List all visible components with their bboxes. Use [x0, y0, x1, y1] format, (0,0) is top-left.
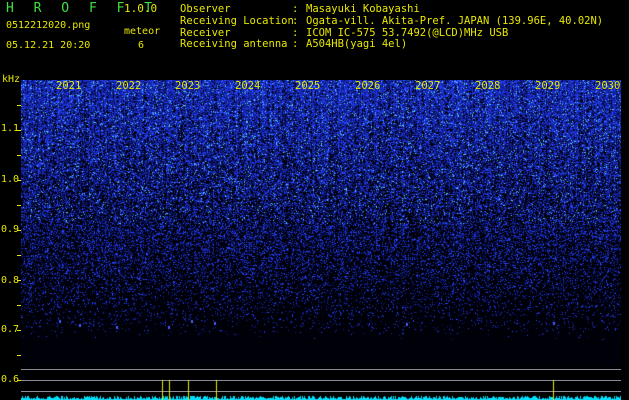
info-sep: :	[292, 38, 299, 51]
info-sep: :	[292, 14, 299, 27]
info-key: Receiving Location	[180, 14, 294, 27]
info-row-antenna: Receiving antenna : A504HB(yagi 4el)	[180, 39, 603, 51]
y-tick-mark	[17, 105, 21, 106]
y-tick-mark	[17, 305, 21, 306]
y-tick-mark	[17, 180, 21, 181]
year-label: 2029	[535, 80, 561, 92]
y-axis-unit: kHz	[2, 74, 21, 85]
year-label: 2025	[295, 80, 321, 92]
y-tick-mark	[17, 205, 21, 206]
app-version: 1.0.0	[124, 2, 158, 15]
year-label: 2026	[355, 80, 381, 92]
station-info: Observer : Masayuki Kobayashi Receiving …	[180, 3, 604, 51]
info-row-location: Receiving Location : Ogata-vill. Akita-P…	[180, 14, 604, 28]
spectrogram	[21, 80, 621, 367]
meteor-count: 6	[138, 40, 145, 51]
y-tick-mark	[17, 130, 21, 131]
y-tick-mark	[17, 155, 21, 156]
year-label: 2024	[235, 80, 261, 92]
year-label: 2022	[116, 80, 142, 92]
y-tick-mark	[17, 330, 21, 331]
y-tick-mark	[17, 280, 21, 281]
capture-datetime: 05.12.21 20:20	[6, 40, 91, 51]
y-tick-label: 0.8	[1, 275, 20, 286]
year-label: 2021	[56, 80, 82, 92]
info-value: A504HB(yagi 4el)	[306, 38, 408, 51]
y-tick-mark	[17, 255, 21, 256]
signal-trace	[21, 360, 621, 400]
year-label: 2023	[175, 80, 201, 92]
y-tick-mark	[17, 355, 21, 356]
y-tick-label: 1.1	[1, 123, 20, 134]
info-key: Receiving antenna	[180, 38, 288, 51]
year-label: 2030	[595, 80, 621, 92]
year-label: 2028	[475, 80, 501, 92]
y-tick-mark	[17, 230, 21, 231]
image-filename: 0512212020.png	[6, 20, 91, 31]
year-label: 2027	[415, 80, 441, 92]
meteor-label: meteor	[124, 26, 161, 37]
info-value: Ogata-vill. Akita-Pref. JAPAN (139.96E, …	[306, 14, 604, 27]
